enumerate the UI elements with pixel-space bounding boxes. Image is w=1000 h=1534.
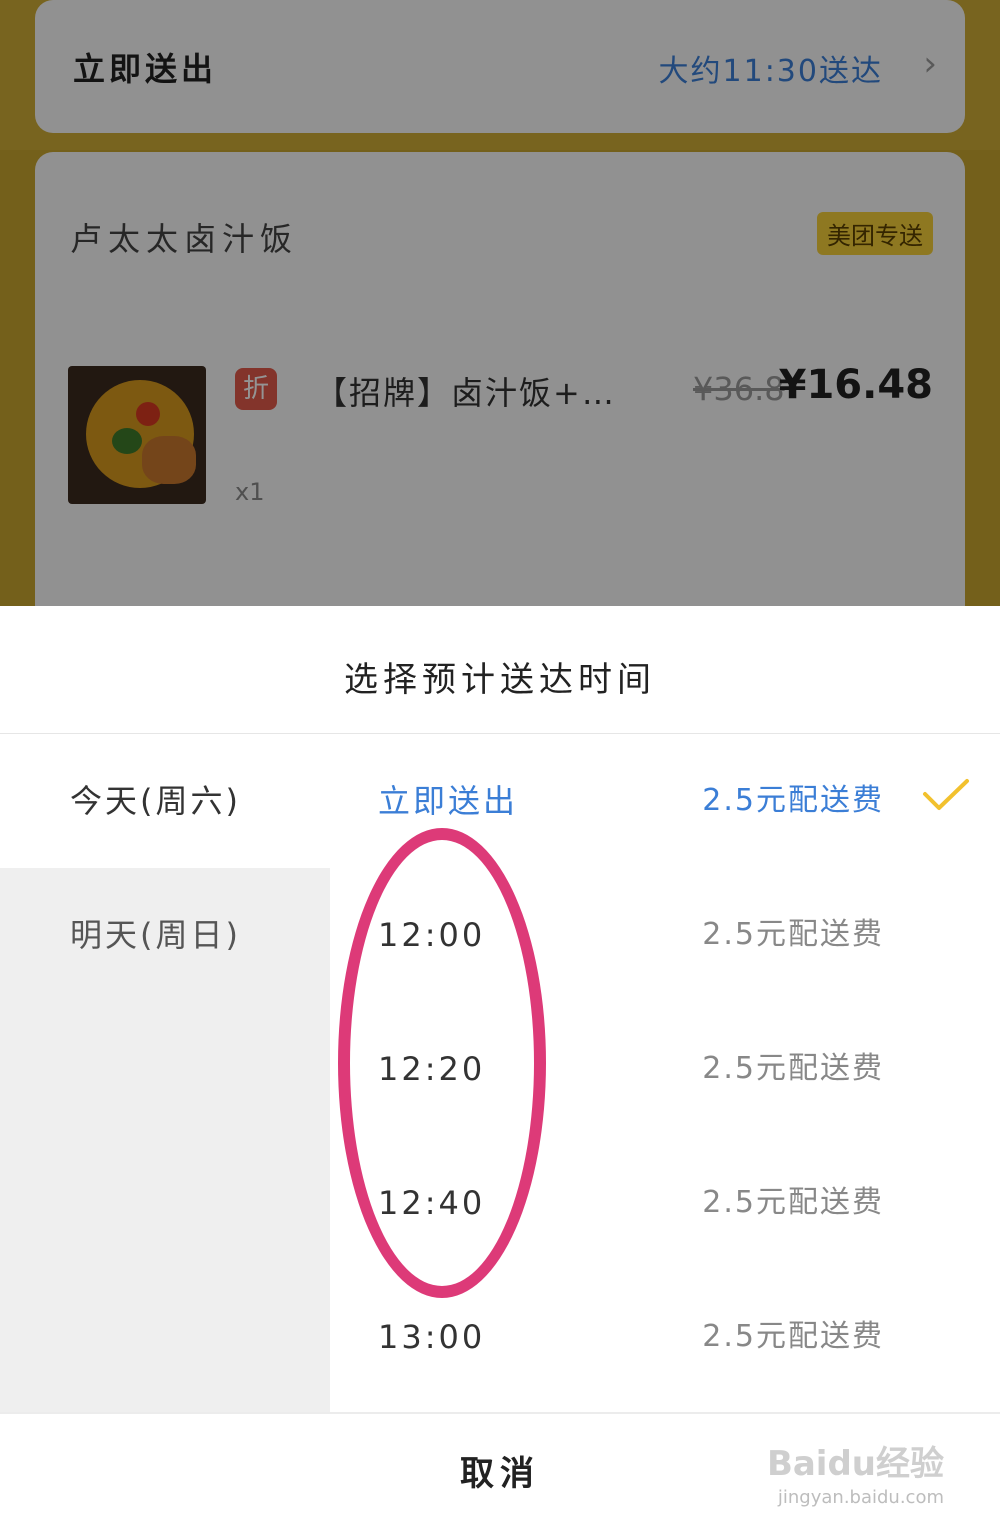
dim-overlay[interactable] <box>0 0 1000 606</box>
watermark-logo: Baidu经验 <box>766 1444 944 1484</box>
watermark: Baidu经验 jingyan.baidu.com <box>767 1436 944 1508</box>
slot-fee: 2.5元配送费 <box>702 917 884 952</box>
day-tab-today[interactable]: 今天(周六) <box>0 734 330 868</box>
time-slot[interactable]: 13:00 2.5元配送费 <box>330 1270 1000 1404</box>
slot-time: 12:20 <box>378 1050 486 1088</box>
check-icon <box>923 779 969 810</box>
slot-fee: 2.5元配送费 <box>702 1319 884 1354</box>
sheet-title: 选择预计送达时间 <box>344 660 656 700</box>
slot-time: 立即送出 <box>378 782 519 820</box>
time-picker-sheet: 选择预计送达时间 今天(周六) 明天(周日) 立即送出 2.5元配送费 12:0… <box>0 606 1000 1534</box>
slot-fee: 2.5元配送费 <box>702 783 884 818</box>
slot-time: 12:40 <box>378 1184 486 1222</box>
slot-time: 12:00 <box>378 916 486 954</box>
watermark-url: jingyan.baidu.com <box>777 1487 944 1508</box>
slot-fee: 2.5元配送费 <box>702 1051 884 1086</box>
time-slot[interactable]: 立即送出 2.5元配送费 <box>330 734 1000 868</box>
time-slot[interactable]: 12:40 2.5元配送费 <box>330 1136 1000 1270</box>
slot-fee: 2.5元配送费 <box>702 1185 884 1220</box>
day-tab-tomorrow[interactable]: 明天(周日) <box>0 868 330 1002</box>
time-slot[interactable]: 12:00 2.5元配送费 <box>330 868 1000 1002</box>
time-slot[interactable]: 12:20 2.5元配送费 <box>330 1002 1000 1136</box>
slot-time: 13:00 <box>378 1318 486 1356</box>
